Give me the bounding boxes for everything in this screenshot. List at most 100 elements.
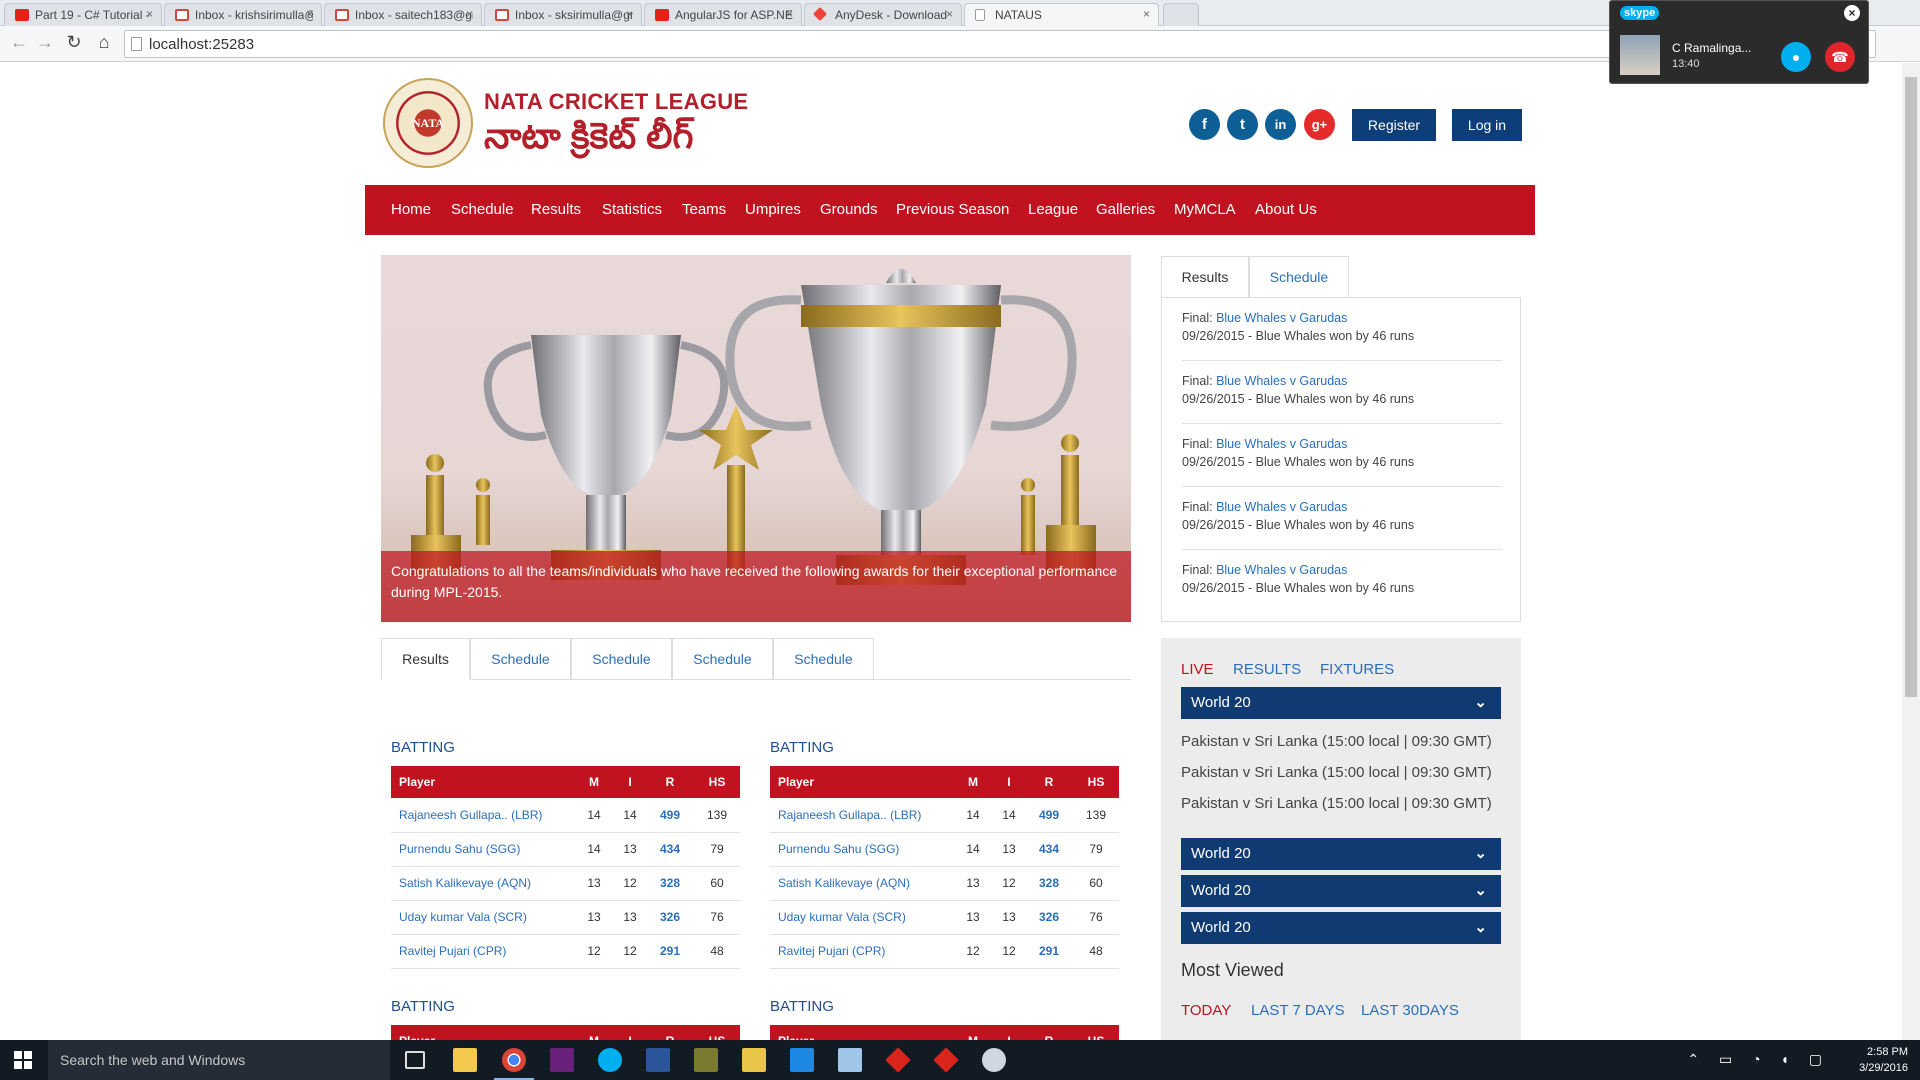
tab-results[interactable]: Results [381,638,470,680]
folder-icon[interactable] [742,1048,766,1072]
browser-tab[interactable]: Inbox - sksirimulla@gmai× [484,3,642,26]
column-header[interactable]: R [646,1025,694,1040]
runs-link[interactable]: 434 [646,832,694,867]
player-link[interactable]: Satish Kalikevaye (AQN) [391,866,574,901]
column-header[interactable]: R [1025,766,1073,798]
competition-dropdown[interactable]: World 20 ⌄ [1181,912,1501,944]
column-header[interactable]: HS [694,1025,740,1040]
nav-galleries[interactable]: Galleries [1096,201,1155,218]
nav-mymcla[interactable]: MyMCLA [1174,201,1236,218]
player-link[interactable]: Rajaneesh Gullapa.. (LBR) [391,798,574,833]
player-link[interactable]: Purnendu Sahu (SGG) [770,832,953,867]
tab-results[interactable]: Results [1161,256,1249,298]
home-icon[interactable]: ⌂ [93,32,115,53]
tab-last-30-days[interactable]: LAST 30DAYS [1361,1002,1459,1019]
hang-up-icon[interactable]: ☎ [1825,42,1855,72]
system-tray-icons[interactable]: ⌃ ▭ ◔ ◖ ▢ [1687,1051,1830,1068]
tab-fixtures[interactable]: FIXTURES [1320,661,1394,678]
runs-link[interactable]: 499 [646,798,694,833]
runs-link[interactable]: 326 [1025,900,1073,935]
player-link[interactable]: Ravitej Pujari (CPR) [391,934,574,969]
close-icon[interactable]: × [306,7,313,21]
close-icon[interactable]: × [1844,5,1860,21]
column-header[interactable]: M [953,766,993,798]
google-plus-icon[interactable]: g+ [1304,109,1335,140]
twitter-icon[interactable]: t [1227,109,1258,140]
match-item[interactable]: Pakistan v Sri Lanka (15:00 local | 09:3… [1181,795,1492,812]
tools-icon[interactable] [694,1048,718,1072]
column-header[interactable]: I [993,766,1025,798]
close-icon[interactable]: × [626,7,633,21]
tab-last-7-days[interactable]: LAST 7 DAYS [1251,1002,1345,1019]
runs-link[interactable]: 434 [1025,832,1073,867]
column-header[interactable]: M [953,1025,993,1040]
scrollbar-thumb[interactable] [1905,77,1917,697]
back-icon[interactable]: ← [8,32,30,53]
nav-league[interactable]: League [1028,201,1078,218]
player-link[interactable]: Purnendu Sahu (SGG) [391,832,574,867]
nav-teams[interactable]: Teams [682,201,726,218]
column-header[interactable]: Player [770,766,953,798]
competition-dropdown[interactable]: World 20 ⌄ [1181,687,1501,719]
player-link[interactable]: Ravitej Pujari (CPR) [770,934,953,969]
anydesk-icon[interactable] [933,1047,959,1073]
runs-link[interactable]: 291 [1025,934,1073,969]
file-explorer-icon[interactable] [453,1048,477,1072]
runs-link[interactable]: 291 [646,934,694,969]
tab-schedule[interactable]: Schedule [773,638,874,680]
login-button[interactable]: Log in [1452,109,1522,141]
close-icon[interactable]: × [946,7,953,21]
nav-previous-season[interactable]: Previous Season [896,201,1009,218]
runs-link[interactable]: 499 [1025,798,1073,833]
page-scrollbar[interactable] [1902,63,1920,1040]
result-match-link[interactable]: Blue Whales v Garudas [1216,374,1347,388]
column-header[interactable]: Player [391,1025,574,1040]
site-brand-title[interactable]: NATA CRICKET LEAGUE [484,89,748,115]
browser-tab[interactable]: AngularJS for ASP.NET M× [644,3,802,26]
close-icon[interactable]: × [786,7,793,21]
competition-dropdown[interactable]: World 20 ⌄ [1181,875,1501,907]
browser-tab[interactable]: Inbox - krishsirimulla@gm× [164,3,322,26]
reload-icon[interactable]: ↻ [63,32,85,53]
result-match-link[interactable]: Blue Whales v Garudas [1216,563,1347,577]
column-header[interactable]: R [1025,1025,1073,1040]
tab-results[interactable]: RESULTS [1233,661,1301,678]
forward-icon[interactable]: → [34,32,56,53]
nav-umpires[interactable]: Umpires [745,201,801,218]
hero-trophy-image[interactable]: Congratulations to all the teams/individ… [381,255,1131,622]
competition-dropdown[interactable]: World 20 ⌄ [1181,838,1501,870]
chrome-icon[interactable] [494,1048,534,1080]
column-header[interactable]: I [614,1025,646,1040]
close-icon[interactable]: × [466,7,473,21]
remote-desktop-icon[interactable] [790,1048,814,1072]
tab-today[interactable]: TODAY [1181,1002,1231,1019]
linkedin-icon[interactable]: in [1265,109,1296,140]
browser-tab-active[interactable]: NATAUS × [964,3,1159,27]
column-header[interactable]: Player [770,1025,953,1040]
register-button[interactable]: Register [1352,109,1436,141]
new-tab-button[interactable] [1163,3,1199,26]
task-view-icon[interactable] [405,1051,425,1069]
taskbar-search-input[interactable]: Search the web and Windows [48,1040,390,1080]
player-link[interactable]: Satish Kalikevaye (AQN) [770,866,953,901]
runs-link[interactable]: 326 [646,900,694,935]
browser-tab[interactable]: AnyDesk - Download × [804,3,962,26]
close-icon[interactable]: × [146,7,153,21]
nav-schedule[interactable]: Schedule [451,201,514,218]
facebook-icon[interactable]: f [1189,109,1220,140]
paint-icon[interactable] [982,1048,1006,1072]
runs-link[interactable]: 328 [1025,866,1073,901]
tab-schedule[interactable]: Schedule [672,638,773,680]
nav-results[interactable]: Results [531,201,581,218]
microphone-icon[interactable]: ● [1781,42,1811,72]
app-icon[interactable] [838,1048,862,1072]
player-link[interactable]: Uday kumar Vala (SCR) [770,900,953,935]
match-item[interactable]: Pakistan v Sri Lanka (15:00 local | 09:3… [1181,733,1492,750]
nav-about-us[interactable]: About Us [1255,201,1317,218]
column-header[interactable]: HS [694,766,740,798]
result-match-link[interactable]: Blue Whales v Garudas [1216,437,1347,451]
column-header[interactable]: I [993,1025,1025,1040]
column-header[interactable]: Player [391,766,574,798]
result-match-link[interactable]: Blue Whales v Garudas [1216,311,1347,325]
nav-grounds[interactable]: Grounds [820,201,878,218]
